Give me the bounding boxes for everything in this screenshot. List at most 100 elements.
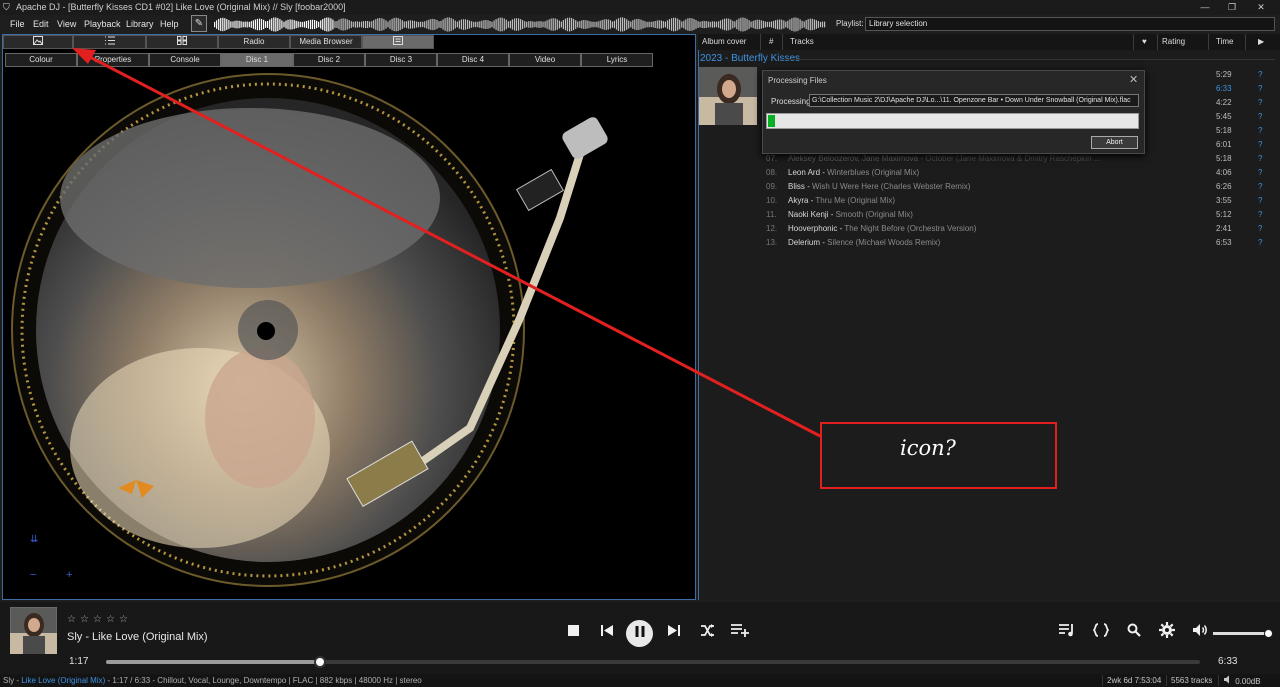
status-title-link[interactable]: Like Love (Original Mix) <box>21 676 105 685</box>
track-row[interactable]: 10. Akyra - Thru Me (Original Mix) 3:55? <box>766 194 1276 208</box>
rating-star-icon[interactable]: ☆ <box>80 614 89 625</box>
track-rating[interactable]: ? <box>1258 194 1262 208</box>
waveform-bar <box>471 21 473 28</box>
queue-button[interactable] <box>1056 622 1078 644</box>
subtab-console[interactable]: Console <box>149 53 221 67</box>
track-rating[interactable]: ? <box>1258 152 1262 166</box>
menu-help[interactable]: Help <box>160 19 179 29</box>
track-artist-title: Delerium - Silence (Michael Woods Remix) <box>788 238 941 247</box>
subtab-properties[interactable]: Properties <box>77 53 149 67</box>
subtab-colour[interactable]: Colour <box>5 53 77 67</box>
tab-disc-view[interactable] <box>362 35 434 49</box>
track-row[interactable]: 07. Aleksey Beloozerov, Jane Maximova - O… <box>766 152 1276 166</box>
track-rating[interactable]: ? <box>1258 208 1262 222</box>
tab-radio[interactable]: Radio <box>218 35 290 49</box>
waveform-bar <box>711 21 713 28</box>
waveform-bar <box>573 18 575 31</box>
tab-artwork[interactable] <box>3 35 73 49</box>
previous-button[interactable] <box>596 622 618 644</box>
zoom-in-button[interactable]: + <box>66 569 72 581</box>
waveform-bar <box>742 17 744 32</box>
seek-bar[interactable] <box>106 660 1200 664</box>
menu-view[interactable]: View <box>57 19 76 29</box>
col-time[interactable]: Time <box>1216 37 1233 46</box>
col-tracks[interactable]: Tracks <box>790 37 814 46</box>
seek-bar-handle[interactable] <box>314 656 326 668</box>
volume-slider-handle[interactable] <box>1264 629 1273 638</box>
add-to-queue-button[interactable] <box>729 622 751 644</box>
waveform-bar <box>785 21 787 28</box>
track-row[interactable]: 08. Leon Ard - Winterblues (Original Mix)… <box>766 166 1276 180</box>
subtab-lyrics[interactable]: Lyrics <box>581 53 653 67</box>
menu-library[interactable]: Library <box>126 19 154 29</box>
col-heart-icon[interactable]: ♥ <box>1142 37 1147 46</box>
shuffle-button[interactable] <box>696 622 718 644</box>
rating-star-icon[interactable]: ☆ <box>106 614 115 625</box>
waveform-bar <box>709 21 711 28</box>
playlist-dropdown[interactable]: Library selection <box>865 17 1275 31</box>
col-album-cover[interactable]: Album cover <box>702 37 746 46</box>
status-uptime: 2wk 6d 7:53:04 <box>1102 675 1161 686</box>
rating-star-icon[interactable]: ☆ <box>119 614 128 625</box>
col-number[interactable]: # <box>769 37 773 46</box>
search-button[interactable] <box>1123 622 1145 644</box>
waveform-bar <box>407 20 409 29</box>
maximize-button[interactable]: ❐ <box>1219 0 1245 15</box>
menu-file[interactable]: File <box>10 19 25 29</box>
track-rating[interactable]: ? <box>1258 222 1262 236</box>
waveform-bar <box>344 18 346 31</box>
minimize-button[interactable]: — <box>1192 0 1218 15</box>
subtab-disc-2[interactable]: Disc 2 <box>293 53 365 67</box>
edit-pencil-icon[interactable]: ✎ <box>191 15 207 32</box>
dialog-close-icon[interactable]: ✕ <box>1129 73 1138 86</box>
now-playing-cover[interactable] <box>10 607 57 654</box>
stop-button[interactable] <box>562 622 584 644</box>
waveform-bar <box>405 21 407 28</box>
settings-button[interactable] <box>1156 622 1178 644</box>
column-header <box>698 34 1280 50</box>
menu-playback[interactable]: Playback <box>84 19 121 29</box>
subtab-disc-1[interactable]: Disc 1 <box>221 53 293 67</box>
menu-edit[interactable]: Edit <box>33 19 49 29</box>
track-row[interactable]: 09. Bliss - Wish U Were Here (Charles Web… <box>766 180 1276 194</box>
code-button[interactable] <box>1090 622 1112 644</box>
waveform-bar <box>640 19 642 30</box>
pause-button[interactable] <box>626 620 653 647</box>
mute-button[interactable] <box>1189 622 1211 644</box>
rating-star-icon[interactable]: ☆ <box>93 614 102 625</box>
tab-grid[interactable] <box>146 35 218 49</box>
subtab-disc-3[interactable]: Disc 3 <box>365 53 437 67</box>
track-rating[interactable]: ? <box>1258 166 1262 180</box>
rating-star-icon[interactable]: ☆ <box>67 614 76 625</box>
zoom-out-button[interactable]: − <box>30 569 36 581</box>
waveform-bar <box>571 18 573 31</box>
waveform-bar <box>646 21 648 28</box>
abort-button[interactable]: Abort <box>1091 136 1138 149</box>
waveform-bar <box>579 21 581 28</box>
track-rating[interactable]: ? <box>1258 180 1262 194</box>
album-cover-thumbnail[interactable] <box>699 67 757 125</box>
close-window-button[interactable]: ✕ <box>1248 0 1274 15</box>
track-row[interactable]: 12. Hooverphonic - The Night Before (Orch… <box>766 222 1276 236</box>
track-time: 4:22 <box>1216 98 1232 107</box>
subtab-disc-4[interactable]: Disc 4 <box>437 53 509 67</box>
waveform-seekbar[interactable] <box>214 17 826 32</box>
waveform-bar <box>493 20 495 29</box>
subtab-video[interactable]: Video <box>509 53 581 67</box>
waveform-bar <box>477 21 479 28</box>
track-row[interactable]: 13. Delerium - Silence (Michael Woods Rem… <box>766 236 1276 250</box>
corner-collapse-icon[interactable]: ⇊ <box>30 534 38 545</box>
col-play-icon[interactable]: ▶ <box>1258 37 1264 46</box>
tab-media-browser[interactable]: Media Browser <box>290 35 362 49</box>
waveform-bar <box>526 21 528 28</box>
col-rating[interactable]: Rating <box>1162 37 1185 46</box>
waveform-bar <box>732 20 734 29</box>
track-rating[interactable]: ? <box>1258 236 1262 250</box>
waveform-bar <box>783 20 785 29</box>
next-button[interactable] <box>663 622 685 644</box>
volume-slider[interactable] <box>1213 632 1268 635</box>
track-row[interactable]: 11. Naoki Kenji - Smooth (Original Mix) 5:… <box>766 208 1276 222</box>
tab-list[interactable] <box>73 35 146 49</box>
waveform-bar <box>607 19 609 30</box>
waveform-bar <box>336 21 338 28</box>
